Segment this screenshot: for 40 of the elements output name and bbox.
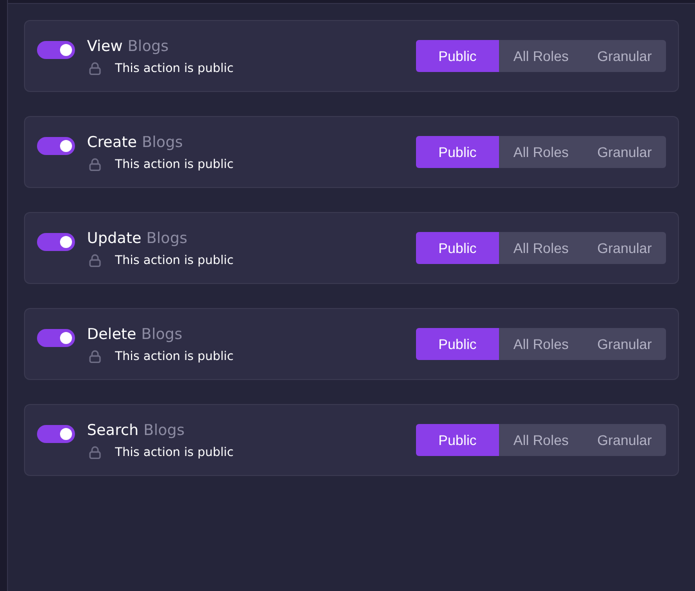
resource-name: Blogs [141,325,182,343]
action-name: Create [87,133,137,151]
lock-icon [89,158,101,170]
access-option[interactable]: All Roles [499,328,583,360]
access-option[interactable]: Granular [583,232,666,264]
access-note: This action is public [115,349,234,363]
resource-name: Blogs [142,133,183,151]
action-name: Update [87,229,142,247]
resource-name: Blogs [146,229,188,247]
action-name: View [87,37,123,55]
lock-icon [89,254,101,266]
toggle-switch[interactable] [37,329,75,347]
access-option[interactable]: All Roles [499,424,583,456]
access-option[interactable]: Granular [583,40,666,72]
action-name: Search [87,421,139,439]
access-note: This action is public [115,445,234,459]
access-option[interactable]: Public [416,136,499,168]
access-option[interactable]: All Roles [499,40,583,72]
resource-name: Blogs [144,421,185,439]
access-option[interactable]: All Roles [499,232,583,264]
toggle-switch[interactable] [37,41,75,59]
access-option[interactable]: Public [416,424,499,456]
access-option[interactable]: All Roles [499,136,583,168]
access-note: This action is public [115,157,234,171]
toggle-switch[interactable] [37,425,75,443]
resource-name: Blogs [128,37,169,55]
access-option[interactable]: Granular [583,424,666,456]
access-option[interactable]: Public [416,40,499,72]
lock-icon [89,350,101,362]
action-name: Delete [87,325,136,343]
lock-icon [89,62,101,74]
access-note: This action is public [115,61,234,75]
access-option[interactable]: Granular [583,136,666,168]
toggle-switch[interactable] [37,233,75,251]
access-option[interactable]: Public [416,232,499,264]
toggle-switch[interactable] [37,137,75,155]
lock-icon [89,446,101,458]
access-note: This action is public [115,253,234,267]
access-option[interactable]: Public [416,328,499,360]
access-option[interactable]: Granular [583,328,666,360]
